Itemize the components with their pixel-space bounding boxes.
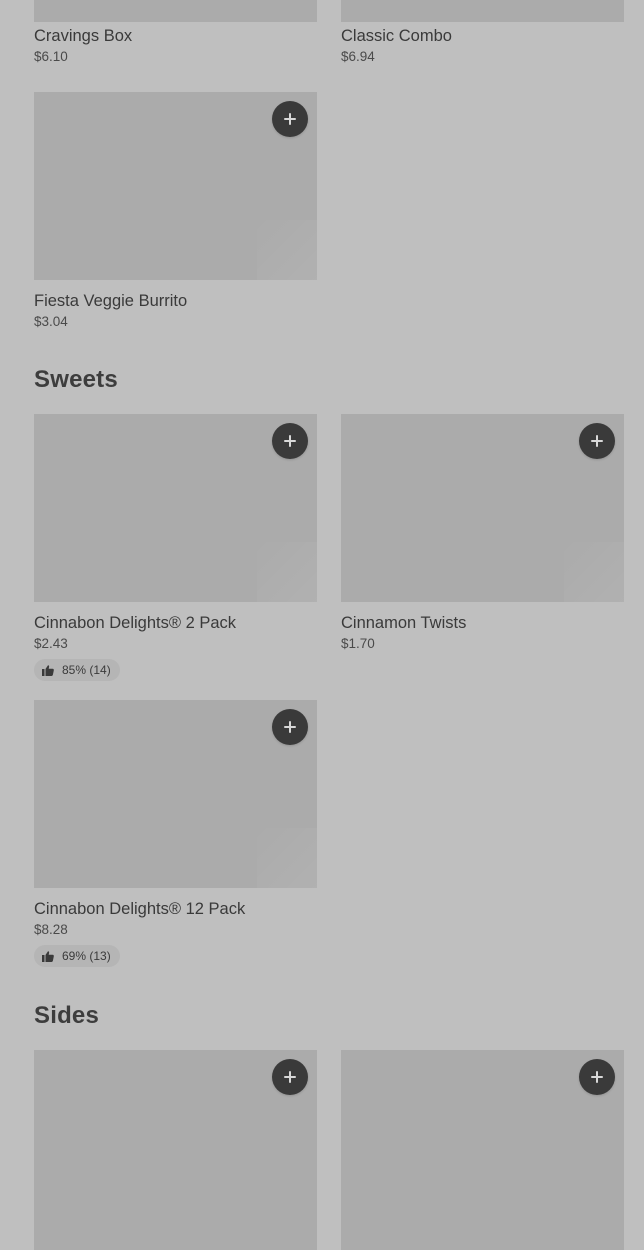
item-image[interactable]	[34, 0, 317, 22]
rating-text: 85% (14)	[62, 663, 111, 677]
plus-icon	[283, 720, 297, 734]
menu-item-card[interactable]: Fiesta Veggie Burrito $3.04	[34, 92, 317, 331]
section-title-sides: Sides	[34, 1002, 100, 1029]
rating-text: 69% (13)	[62, 949, 111, 963]
menu-item-card[interactable]: Cravings Box $6.10	[34, 0, 317, 66]
item-name: Cinnabon Delights® 2 Pack	[34, 614, 237, 632]
item-image[interactable]	[34, 1050, 317, 1250]
thumbs-up-icon	[42, 664, 54, 676]
plus-icon	[590, 1070, 604, 1084]
item-name: Fiesta Veggie Burrito	[34, 292, 188, 310]
rating-badge: 69% (13)	[34, 945, 120, 967]
thumbs-up-icon	[42, 950, 54, 962]
item-price: $3.04	[34, 314, 68, 329]
add-to-cart-button[interactable]	[579, 423, 615, 459]
menu-item-card[interactable]: Cinnabon Delights® 12 Pack $8.28 69% (13…	[34, 700, 317, 967]
item-name: Classic Combo	[341, 27, 452, 45]
item-name: Cravings Box	[34, 27, 133, 45]
item-image[interactable]	[341, 1050, 624, 1250]
add-to-cart-button[interactable]	[272, 1059, 308, 1095]
item-name: Cinnabon Delights® 12 Pack	[34, 900, 246, 918]
item-price: $2.43	[34, 636, 68, 651]
image-placeholder-shine	[257, 220, 317, 280]
menu-item-card[interactable]	[34, 1050, 317, 1250]
item-price: $6.10	[34, 49, 68, 64]
item-price: $8.28	[34, 922, 68, 937]
item-image[interactable]	[34, 92, 317, 280]
menu-item-card[interactable]: Classic Combo $6.94	[341, 0, 624, 66]
add-to-cart-button[interactable]	[272, 709, 308, 745]
add-to-cart-button[interactable]	[579, 1059, 615, 1095]
plus-icon	[590, 434, 604, 448]
menu-item-card[interactable]: Cinnamon Twists $1.70	[341, 414, 624, 653]
image-placeholder-shine	[257, 542, 317, 602]
add-to-cart-button[interactable]	[272, 101, 308, 137]
item-price: $1.70	[341, 636, 375, 651]
plus-icon	[283, 1070, 297, 1084]
rating-badge: 85% (14)	[34, 659, 120, 681]
item-name: Cinnamon Twists	[341, 614, 467, 632]
image-placeholder-shine	[564, 542, 624, 602]
plus-icon	[283, 112, 297, 126]
section-title-sweets: Sweets	[34, 366, 118, 393]
menu-item-card[interactable]: Cinnabon Delights® 2 Pack $2.43 85% (14)	[34, 414, 317, 681]
item-image[interactable]	[341, 0, 624, 22]
item-image[interactable]	[34, 414, 317, 602]
plus-icon	[283, 434, 297, 448]
item-image[interactable]	[341, 414, 624, 602]
menu-item-card[interactable]	[341, 1050, 624, 1250]
add-to-cart-button[interactable]	[272, 423, 308, 459]
item-image[interactable]	[34, 700, 317, 888]
image-placeholder-shine	[257, 828, 317, 888]
item-price: $6.94	[341, 49, 375, 64]
